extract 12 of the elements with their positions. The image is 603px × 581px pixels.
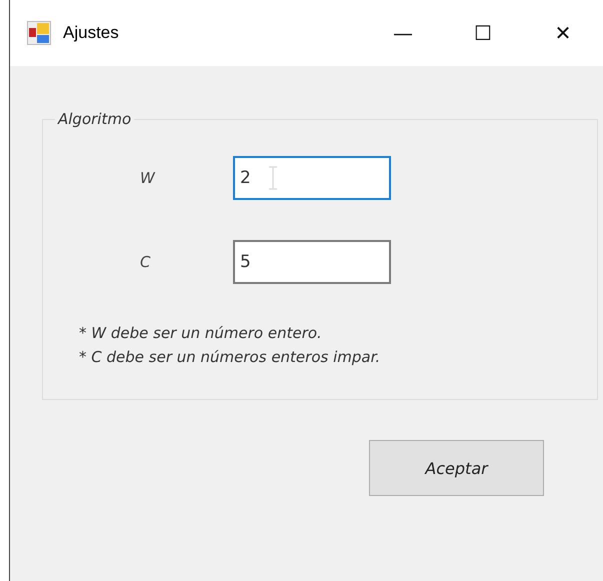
- input-field[interactable]: 5: [233, 240, 391, 284]
- input-field[interactable]: 2: [233, 156, 391, 200]
- field-label: W: [139, 169, 156, 187]
- field-label: C: [139, 253, 152, 271]
- close-button[interactable]: ✕: [523, 0, 603, 66]
- minimize-button[interactable]: —: [363, 0, 443, 66]
- app-icon: [27, 21, 51, 45]
- accept-button[interactable]: Aceptar: [369, 440, 544, 496]
- window-title: Ajustes: [63, 23, 120, 43]
- group-title: Algoritmo: [56, 110, 132, 128]
- text-cursor-icon: [268, 166, 277, 190]
- maximize-button[interactable]: ☐: [443, 0, 523, 66]
